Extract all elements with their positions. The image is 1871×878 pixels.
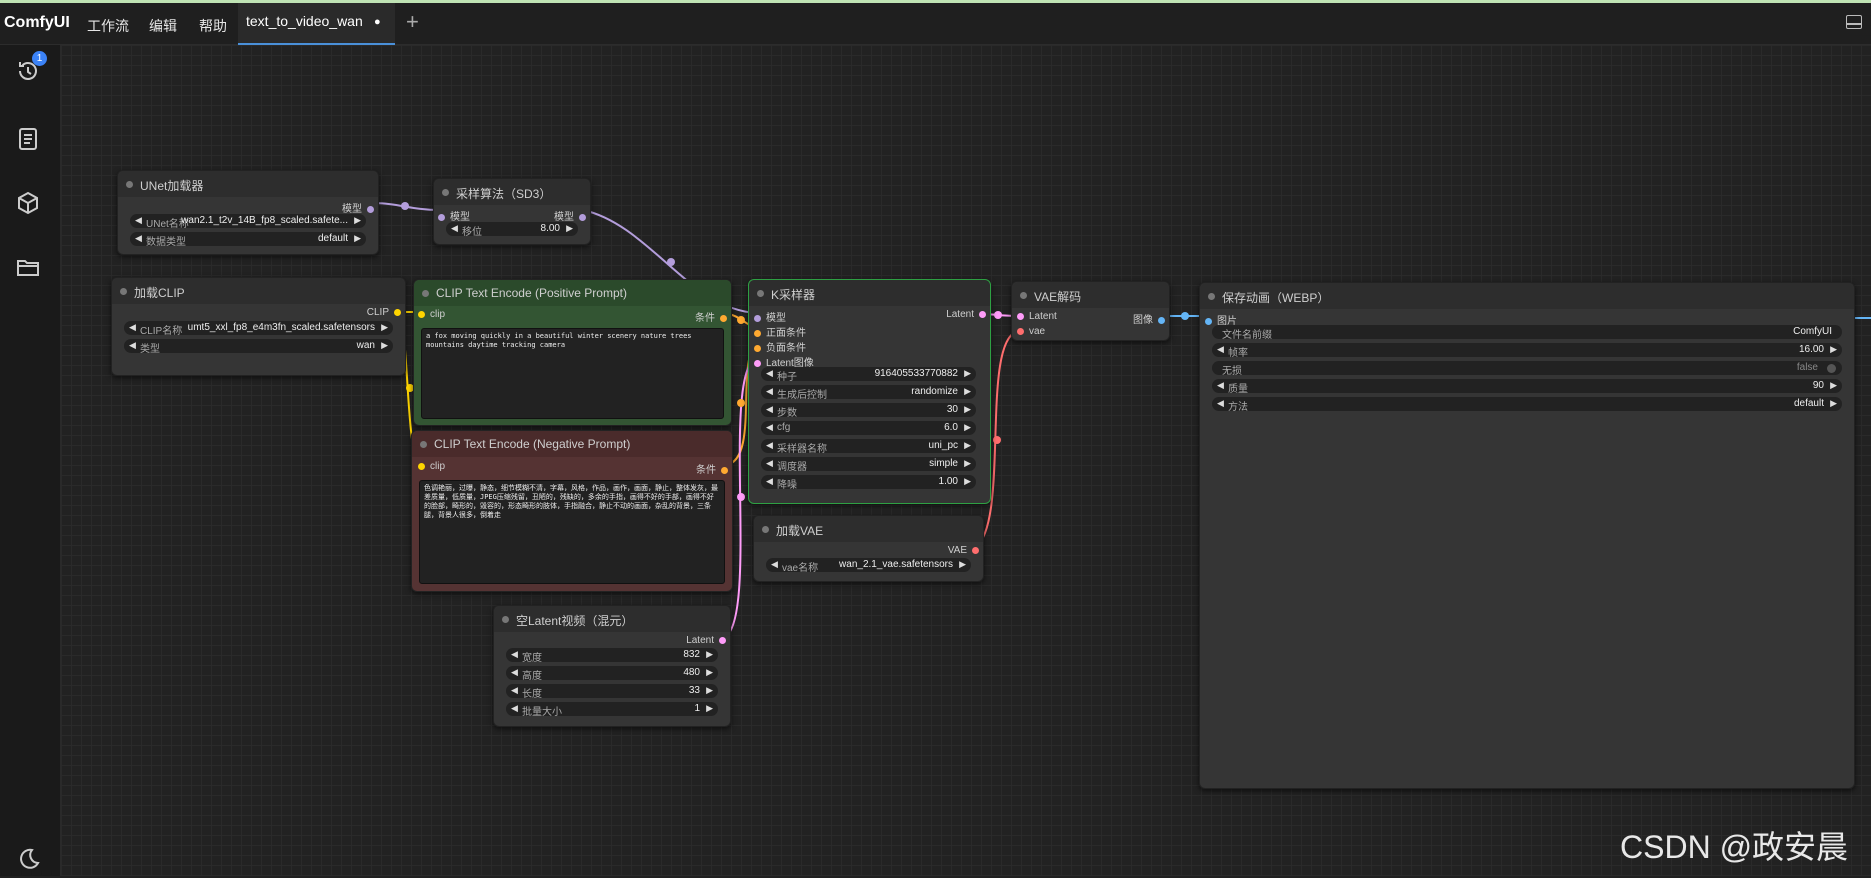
output-latent[interactable]: Latent (946, 309, 986, 320)
menu-workflow[interactable]: 工作流 (87, 16, 129, 36)
output-conditioning[interactable]: 条件 (696, 461, 728, 476)
menu-help[interactable]: 帮助 (199, 16, 227, 36)
node-title: 加载CLIP (134, 286, 185, 300)
widget-scheduler[interactable]: ◀ 调度器 simple ▶ (761, 457, 976, 473)
input-latent[interactable]: Latent (1017, 311, 1057, 322)
input-positive[interactable]: 正面条件 (754, 324, 806, 339)
widget-width[interactable]: ◀ 宽度 832 ▶ (506, 648, 718, 664)
widget-clip-type[interactable]: ◀ 类型 wan ▶ (124, 339, 393, 355)
node-title: VAE解码 (1034, 290, 1082, 304)
node-model-sampling-sd3[interactable]: 采样算法（SD3） 模型 模型 ◀ 移位 8.00 ▶ (433, 178, 591, 245)
node-collapse-dot[interactable] (442, 189, 449, 196)
input-model[interactable]: 模型 (438, 208, 470, 223)
widget-sampler-name[interactable]: ◀ 采样器名称 uni_pc ▶ (761, 439, 976, 455)
node-title: 空Latent视频（混元） (516, 614, 634, 628)
node-title: 保存动画（WEBP） (1222, 291, 1330, 305)
workflows-folder-icon[interactable] (14, 253, 42, 281)
input-vae[interactable]: vae (1017, 326, 1045, 337)
watermark: CSDN @政安晨 (1620, 829, 1849, 865)
node-title: UNet加载器 (140, 179, 204, 193)
node-vae-decode[interactable]: VAE解码 Latent vae 图像 (1011, 281, 1170, 341)
output-model[interactable]: 模型 (554, 208, 586, 223)
node-collapse-dot[interactable] (502, 616, 509, 623)
widget-batch-size[interactable]: ◀ 批量大小 1 ▶ (506, 702, 718, 718)
input-clip[interactable]: clip (418, 461, 445, 472)
widget-vae-name[interactable]: ◀ vae名称 wan_2.1_vae.safetensors ▶ (766, 558, 971, 574)
node-unet-loader[interactable]: UNet加载器 模型 ◀ UNet名称 wan2.1_t2v_14B_fp8_sca… (117, 170, 379, 255)
node-title: CLIP Text Encode (Positive Prompt) (436, 286, 627, 300)
node-negative-prompt[interactable]: CLIP Text Encode (Negative Prompt) clip … (411, 430, 733, 592)
widget-quality[interactable]: ◀ 质量 90 ▶ (1212, 379, 1842, 395)
widget-steps[interactable]: ◀ 步数 30 ▶ (761, 403, 976, 419)
widget-shift[interactable]: ◀ 移位 8.00 ▶ (446, 222, 578, 238)
queue-badge: 1 (32, 51, 47, 66)
node-collapse-dot[interactable] (422, 290, 429, 297)
widget-method[interactable]: ◀ 方法 default ▶ (1212, 397, 1842, 413)
input-clip[interactable]: clip (418, 309, 445, 320)
menu-bar: ComfyUI 工作流 编辑 帮助 text_to_video_wan ● + (0, 3, 1871, 45)
widget-lossless-toggle[interactable]: 无损 false (1212, 361, 1842, 377)
node-collapse-dot[interactable] (762, 526, 769, 533)
node-vae-loader[interactable]: 加载VAE VAE ◀ vae名称 wan_2.1_vae.safetensors ▶ (753, 515, 984, 582)
node-positive-prompt[interactable]: CLIP Text Encode (Positive Prompt) clip … (413, 279, 732, 426)
node-save-animated-webp[interactable]: 保存动画（WEBP） 图片 文件名前缀 ComfyUI ◀ 帧率 16.00 ▶ 无损 f… (1199, 282, 1855, 789)
widget-seed[interactable]: ◀ 种子 916405533770882 ▶ (761, 367, 976, 383)
negative-prompt-text[interactable]: 色调艳丽，过曝，静态，细节模糊不清，字幕，风格，作品，画作，画面，静止，整体发灰… (419, 480, 725, 584)
widget-length[interactable]: ◀ 长度 33 ▶ (506, 684, 718, 700)
node-empty-latent-video[interactable]: 空Latent视频（混元） Latent ◀ 宽度 832 ▶ ◀ 高度 480 ▶ ◀ 长度… (493, 605, 731, 727)
widget-unet-name[interactable]: ◀ UNet名称 wan2.1_t2v_14B_fp8_scaled.safete.… (130, 214, 366, 230)
app-logo: ComfyUI (4, 14, 70, 31)
widget-cfg[interactable]: ◀ cfg 6.0 ▶ (761, 421, 976, 435)
tab-workflow[interactable]: text_to_video_wan ● (238, 3, 395, 45)
tab-label: text_to_video_wan (246, 13, 363, 29)
widget-clip-name[interactable]: ◀ CLIP名称 umt5_xxl_fp8_e4m3fn_scaled.safete… (124, 321, 393, 337)
output-image[interactable]: 图像 (1133, 311, 1165, 326)
output-clip[interactable]: CLIP (367, 307, 401, 318)
queue-history-icon[interactable]: 1 (14, 51, 47, 85)
node-title: K采样器 (771, 288, 816, 302)
node-title: 加载VAE (776, 524, 824, 538)
input-negative[interactable]: 负面条件 (754, 339, 806, 354)
sidebar: 1 (0, 45, 61, 876)
panel-toggle-icon[interactable] (1846, 15, 1862, 29)
output-latent[interactable]: Latent (686, 635, 726, 646)
positive-prompt-text[interactable]: a fox moving quickly in a beautiful wint… (421, 328, 724, 419)
widget-height[interactable]: ◀ 高度 480 ▶ (506, 666, 718, 682)
unsaved-dot-icon[interactable]: ● (374, 16, 381, 28)
node-library-icon[interactable] (14, 125, 42, 153)
widget-control-after-generate[interactable]: ◀ 生成后控制 randomize ▶ (761, 385, 976, 401)
node-title: 采样算法（SD3） (456, 187, 552, 201)
node-clip-loader[interactable]: 加载CLIP CLIP ◀ CLIP名称 umt5_xxl_fp8_e4m3fn_s… (111, 277, 406, 376)
node-collapse-dot[interactable] (126, 181, 133, 188)
node-ksampler[interactable]: K采样器 模型 正面条件 负面条件 Latent图像 Latent ◀ 种子 916… (748, 279, 991, 504)
menu-edit[interactable]: 编辑 (149, 16, 177, 36)
widget-filename-prefix[interactable]: 文件名前缀 ComfyUI (1212, 325, 1842, 341)
theme-moon-icon[interactable] (14, 845, 42, 873)
widget-fps[interactable]: ◀ 帧率 16.00 ▶ (1212, 343, 1842, 359)
node-collapse-dot[interactable] (420, 441, 427, 448)
output-model[interactable]: 模型 (342, 200, 374, 215)
output-conditioning[interactable]: 条件 (695, 309, 727, 324)
node-collapse-dot[interactable] (1020, 292, 1027, 299)
input-model[interactable]: 模型 (754, 309, 786, 324)
widget-dtype[interactable]: ◀ 数据类型 default ▶ (130, 232, 366, 248)
node-title: CLIP Text Encode (Negative Prompt) (434, 437, 631, 451)
toggle-knob-icon (1827, 364, 1836, 373)
node-collapse-dot[interactable] (120, 288, 127, 295)
model-library-icon[interactable] (14, 189, 42, 217)
output-vae[interactable]: VAE (948, 545, 979, 556)
node-collapse-dot[interactable] (757, 290, 764, 297)
node-collapse-dot[interactable] (1208, 293, 1215, 300)
widget-denoise[interactable]: ◀ 降噪 1.00 ▶ (761, 475, 976, 491)
add-tab-button[interactable]: + (406, 9, 419, 35)
